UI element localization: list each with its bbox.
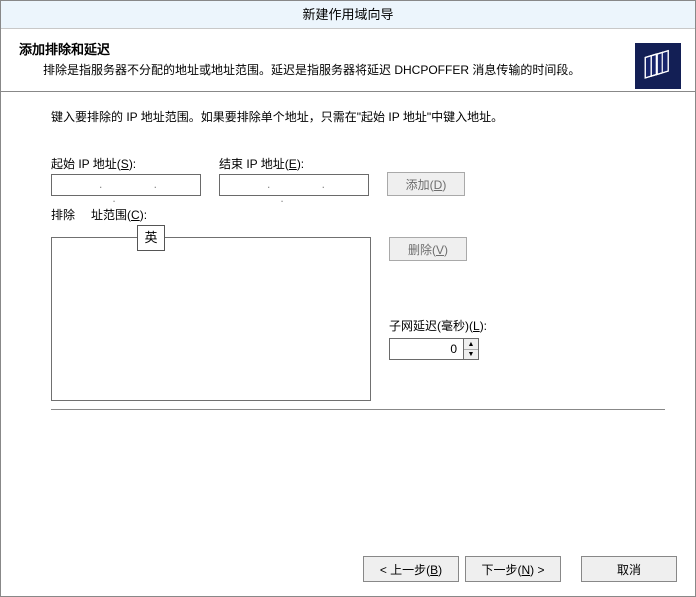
wizard-header-description: 排除是指服务器不分配的地址或地址范围。延迟是指服务器将延迟 DHCPOFFER … (43, 62, 677, 79)
delete-button[interactable]: 删除(V) (389, 237, 467, 261)
subnet-delay-group: 子网延迟(毫秒)(L): ▲ ▼ (389, 317, 487, 360)
subnet-delay-input[interactable] (389, 338, 463, 360)
end-ip-group: 结束 IP 地址(E): . . . (219, 155, 369, 196)
exclusion-right-column: 删除(V) 子网延迟(毫秒)(L): ▲ ▼ (389, 237, 487, 360)
spinner-buttons: ▲ ▼ (463, 338, 479, 360)
wizard-footer: < 上一步(B) 下一步(N) > 取消 (1, 542, 695, 596)
wizard-header-title: 添加排除和延迟 (19, 39, 677, 58)
add-button[interactable]: 添加(D) (387, 172, 465, 196)
dhcp-scope-icon (635, 43, 681, 89)
end-ip-label: 结束 IP 地址(E): (219, 155, 369, 172)
wizard-body: 键入要排除的 IP 地址范围。如果要排除单个地址，只需在"起始 IP 地址"中键… (1, 92, 695, 410)
exclusion-range-label: 排除XX址范围(C): (51, 206, 665, 223)
window-title: 新建作用域向导 (302, 7, 393, 22)
instruction-text: 键入要排除的 IP 地址范围。如果要排除单个地址，只需在"起始 IP 地址"中键… (51, 110, 665, 126)
subnet-delay-label: 子网延迟(毫秒)(L): (389, 317, 487, 334)
back-button[interactable]: < 上一步(B) (363, 556, 459, 582)
end-ip-input[interactable]: . . . (219, 174, 369, 196)
start-ip-input[interactable]: . . . (51, 174, 201, 196)
content-divider (51, 409, 665, 410)
cancel-button[interactable]: 取消 (581, 556, 677, 582)
spinner-up-button[interactable]: ▲ (464, 339, 478, 350)
ime-indicator[interactable]: 英 (137, 225, 165, 251)
subnet-delay-spinner: ▲ ▼ (389, 338, 487, 360)
start-ip-group: 起始 IP 地址(S): . . . (51, 155, 201, 196)
next-button[interactable]: 下一步(N) > (465, 556, 561, 582)
exclusion-listbox[interactable] (51, 237, 371, 401)
exclusion-area: 删除(V) 子网延迟(毫秒)(L): ▲ ▼ (51, 237, 665, 401)
wizard-header: 添加排除和延迟 排除是指服务器不分配的地址或地址范围。延迟是指服务器将延迟 DH… (1, 29, 695, 92)
window-titlebar: 新建作用域向导 (1, 1, 695, 29)
spinner-down-button[interactable]: ▼ (464, 350, 478, 360)
ip-range-row: 起始 IP 地址(S): . . . 结束 IP 地址(E): . . . 添加… (51, 155, 665, 196)
start-ip-label: 起始 IP 地址(S): (51, 155, 201, 172)
